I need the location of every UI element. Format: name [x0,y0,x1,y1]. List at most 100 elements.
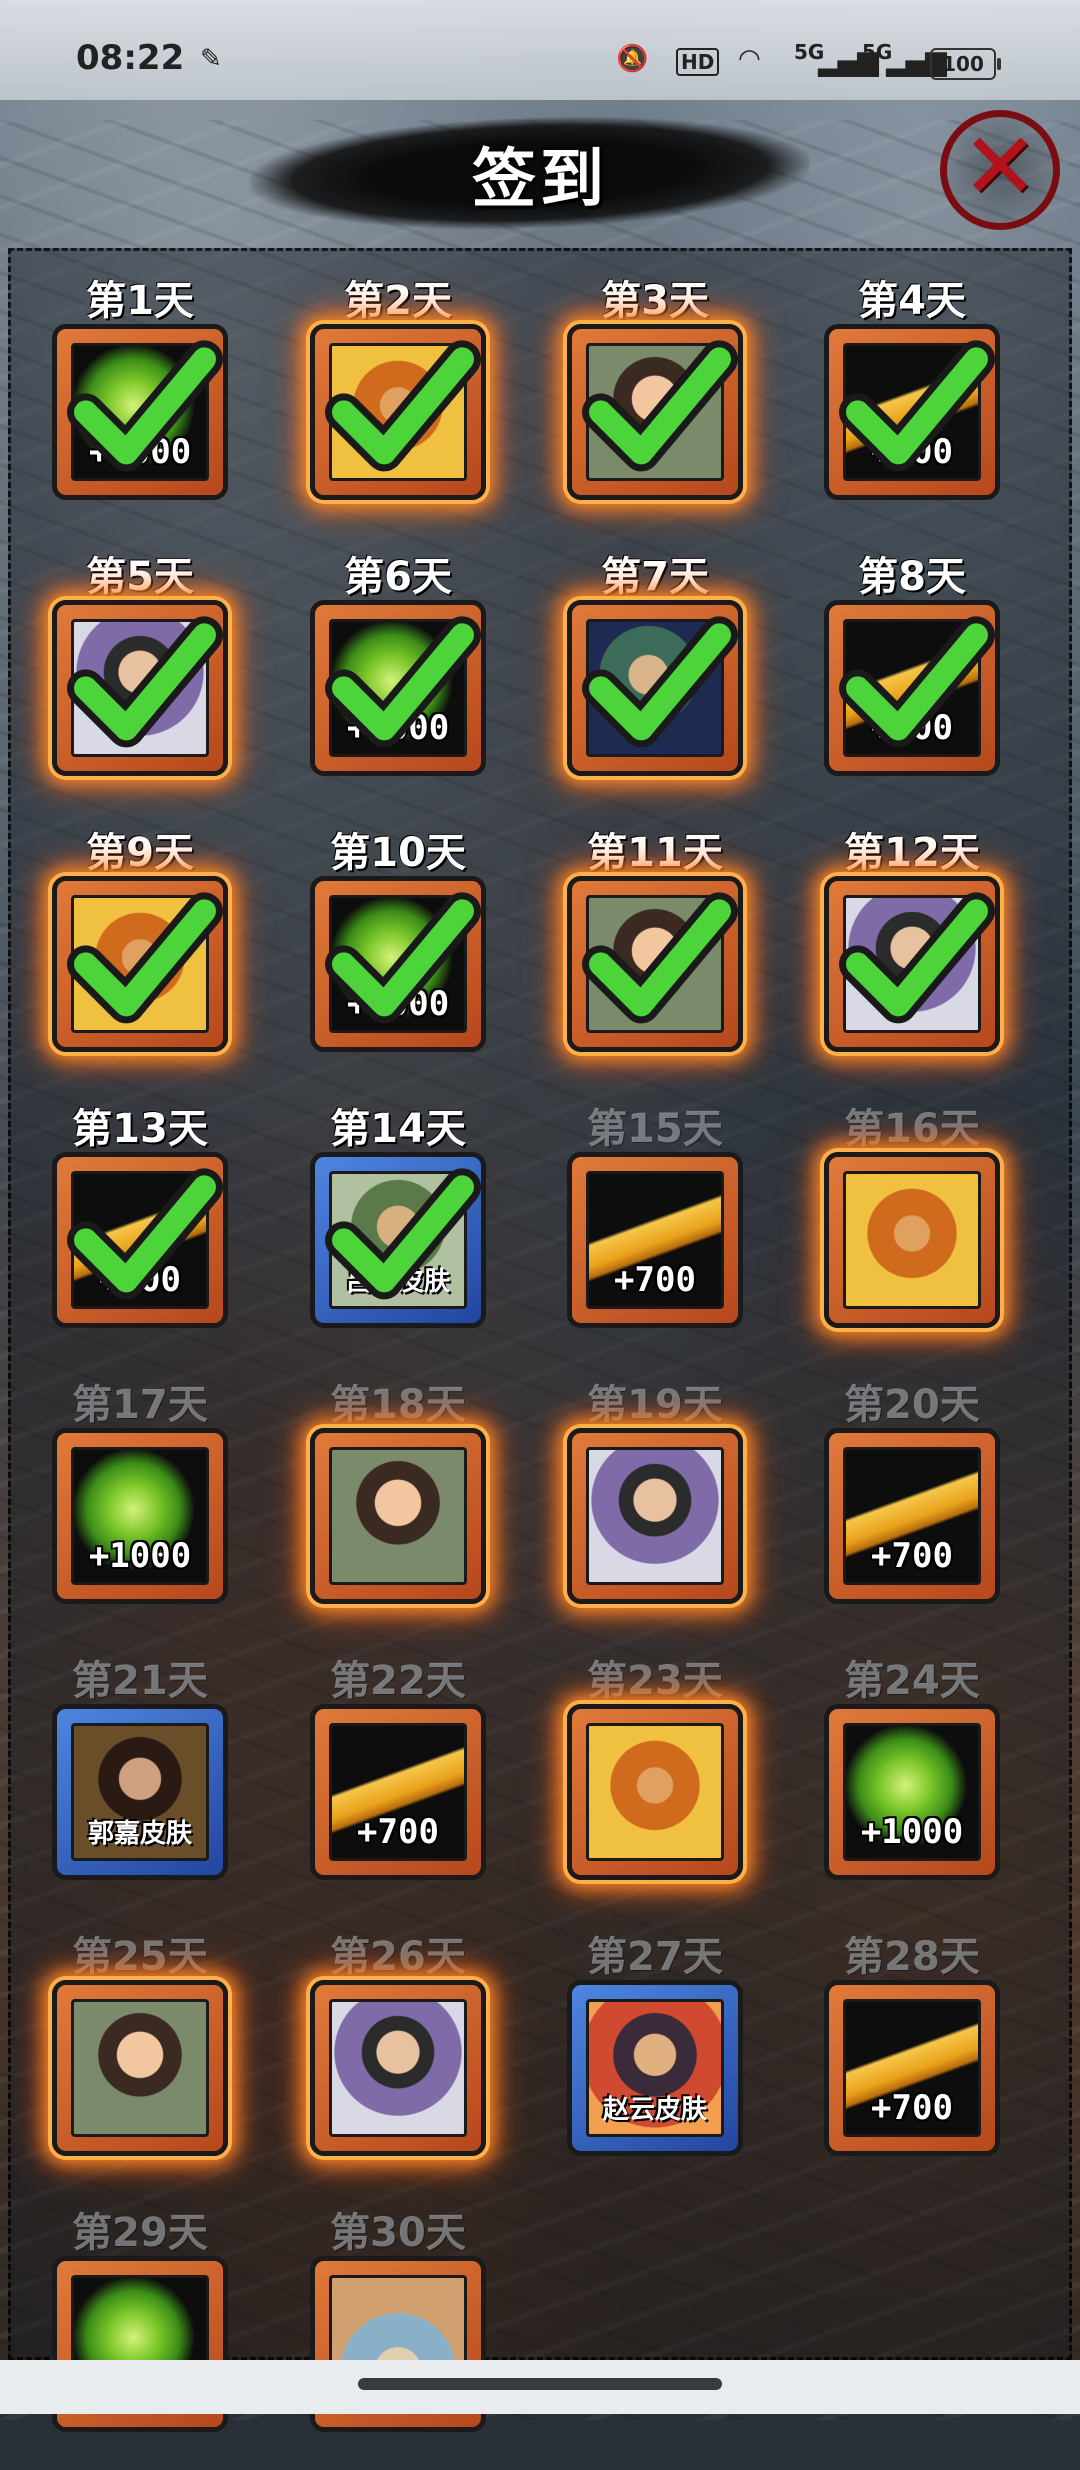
day-cell[interactable]: 第2天 [298,268,498,538]
reward-frame[interactable]: +700 [824,600,1000,776]
reward-frame[interactable] [52,600,228,776]
day-label: 第28天 [844,1934,980,1980]
day-cell[interactable]: 第14天 吕布皮肤 [298,1096,498,1366]
day-label: 第15天 [587,1106,723,1152]
reward-frame[interactable] [567,324,743,500]
day-label: 第11天 [587,830,723,876]
hero-portrait [589,622,721,754]
reward-slot [586,1723,724,1861]
day-label: 第20天 [844,1382,980,1428]
hero-portrait [589,898,721,1030]
reward-frame[interactable]: +700 [567,1152,743,1328]
reward-slot: +700 [329,1723,467,1861]
reward-slot [71,1999,209,2137]
reward-amount: +700 [614,1260,696,1300]
day-label: 第14天 [330,1106,466,1152]
day-label: 第13天 [72,1106,208,1152]
day-cell[interactable]: 第8天 +700 [812,544,1012,814]
reward-slot: +1000 [843,1723,981,1861]
day-cell[interactable]: 第7天 [555,544,755,814]
day-label: 第22天 [330,1658,466,1704]
day-label: 第10天 [330,830,466,876]
reward-frame[interactable] [824,1152,1000,1328]
day-label: 第23天 [587,1658,723,1704]
reward-slot: +700 [843,1447,981,1585]
reward-frame[interactable] [310,1428,486,1604]
reward-frame[interactable]: +1000 [310,876,486,1052]
reward-frame[interactable] [310,1980,486,2156]
reward-slot: +700 [843,343,981,481]
day-cell[interactable]: 第29天 [40,2200,240,2470]
close-x-icon[interactable]: ✕ [947,117,1053,223]
day-cell[interactable]: 第22天 +700 [298,1648,498,1918]
reward-frame[interactable]: +700 [310,1704,486,1880]
reward-frame[interactable]: +700 [824,324,1000,500]
day-cell[interactable]: 第18天 [298,1372,498,1642]
reward-frame[interactable]: +700 [824,1428,1000,1604]
day-cell[interactable]: 第9天 [40,820,240,1090]
reward-frame[interactable] [567,1428,743,1604]
day-cell[interactable]: 第16天 [812,1096,1012,1366]
reward-frame[interactable]: +1000 [52,324,228,500]
reward-frame[interactable] [567,600,743,776]
reward-frame[interactable]: +1000 [824,1704,1000,1880]
day-cell[interactable]: 第13天 +700 [40,1096,240,1366]
day-cell[interactable]: 第28天 +700 [812,1924,1012,2194]
day-label: 第26天 [330,1934,466,1980]
reward-slot [586,343,724,481]
day-label: 第2天 [344,278,452,324]
day-label: 第19天 [587,1382,723,1428]
reward-frame[interactable]: +1000 [52,1428,228,1604]
day-cell[interactable]: 第1天 +1000 [40,268,240,538]
day-label: 第9天 [86,830,194,876]
reward-slot [329,1999,467,2137]
close-button[interactable]: ✕ [940,110,1060,230]
day-cell[interactable]: 第25天 [40,1924,240,2194]
reward-frame[interactable]: +700 [824,1980,1000,2156]
day-cell[interactable]: 第23天 [555,1648,755,1918]
day-cell[interactable]: 第24天 +1000 [812,1648,1012,1918]
day-cell[interactable]: 第19天 [555,1372,755,1642]
day-cell[interactable]: 第6天 +1000 [298,544,498,814]
day-cell[interactable]: 第10天 +1000 [298,820,498,1090]
reward-frame[interactable] [567,876,743,1052]
reward-frame[interactable]: 郭嘉皮肤 [52,1704,228,1880]
reward-frame[interactable]: +700 [52,1152,228,1328]
day-cell[interactable]: 第26天 [298,1924,498,2194]
day-cell[interactable]: 第5天 [40,544,240,814]
reward-frame[interactable]: +1000 [310,600,486,776]
day-cell[interactable]: 第21天 郭嘉皮肤 [40,1648,240,1918]
reward-frame[interactable] [567,1704,743,1880]
day-cell[interactable]: 第3天 [555,268,755,538]
day-cell[interactable]: 第17天 +1000 [40,1372,240,1642]
skin-reward-label: 郭嘉皮肤 [87,1819,192,1849]
reward-slot: +1000 [71,1447,209,1585]
day-cell[interactable]: 第4天 +700 [812,268,1012,538]
day-cell[interactable]: 第15天 +700 [555,1096,755,1366]
hero-portrait [74,898,206,1030]
reward-frame[interactable] [52,1980,228,2156]
reward-slot [843,895,981,1033]
reward-frame[interactable]: 赵云皮肤 [567,1980,743,2156]
day-label: 第1天 [86,278,194,324]
pen-icon: ✎ [200,44,222,74]
reward-slot [586,895,724,1033]
reward-amount: +1000 [88,1536,192,1576]
reward-frame[interactable] [52,876,228,1052]
reward-frame[interactable]: 吕布皮肤 [310,1152,486,1328]
day-cell[interactable]: 第11天 [555,820,755,1090]
reward-slot [329,343,467,481]
day-cell[interactable]: 第27天 赵云皮肤 [555,1924,755,2194]
day-cell[interactable]: 第20天 +700 [812,1372,1012,1642]
reward-frame[interactable] [824,876,1000,1052]
reward-slot [329,1447,467,1585]
reward-amount: +1000 [860,1812,964,1852]
day-cell[interactable]: 第30天 [298,2200,498,2470]
hero-portrait [589,346,721,478]
day-cell[interactable]: 第12天 [812,820,1012,1090]
reward-frame[interactable] [310,324,486,500]
reward-slot [586,619,724,757]
hero-portrait [74,2002,206,2134]
home-indicator[interactable] [358,2378,722,2390]
reward-slot: +1000 [329,619,467,757]
